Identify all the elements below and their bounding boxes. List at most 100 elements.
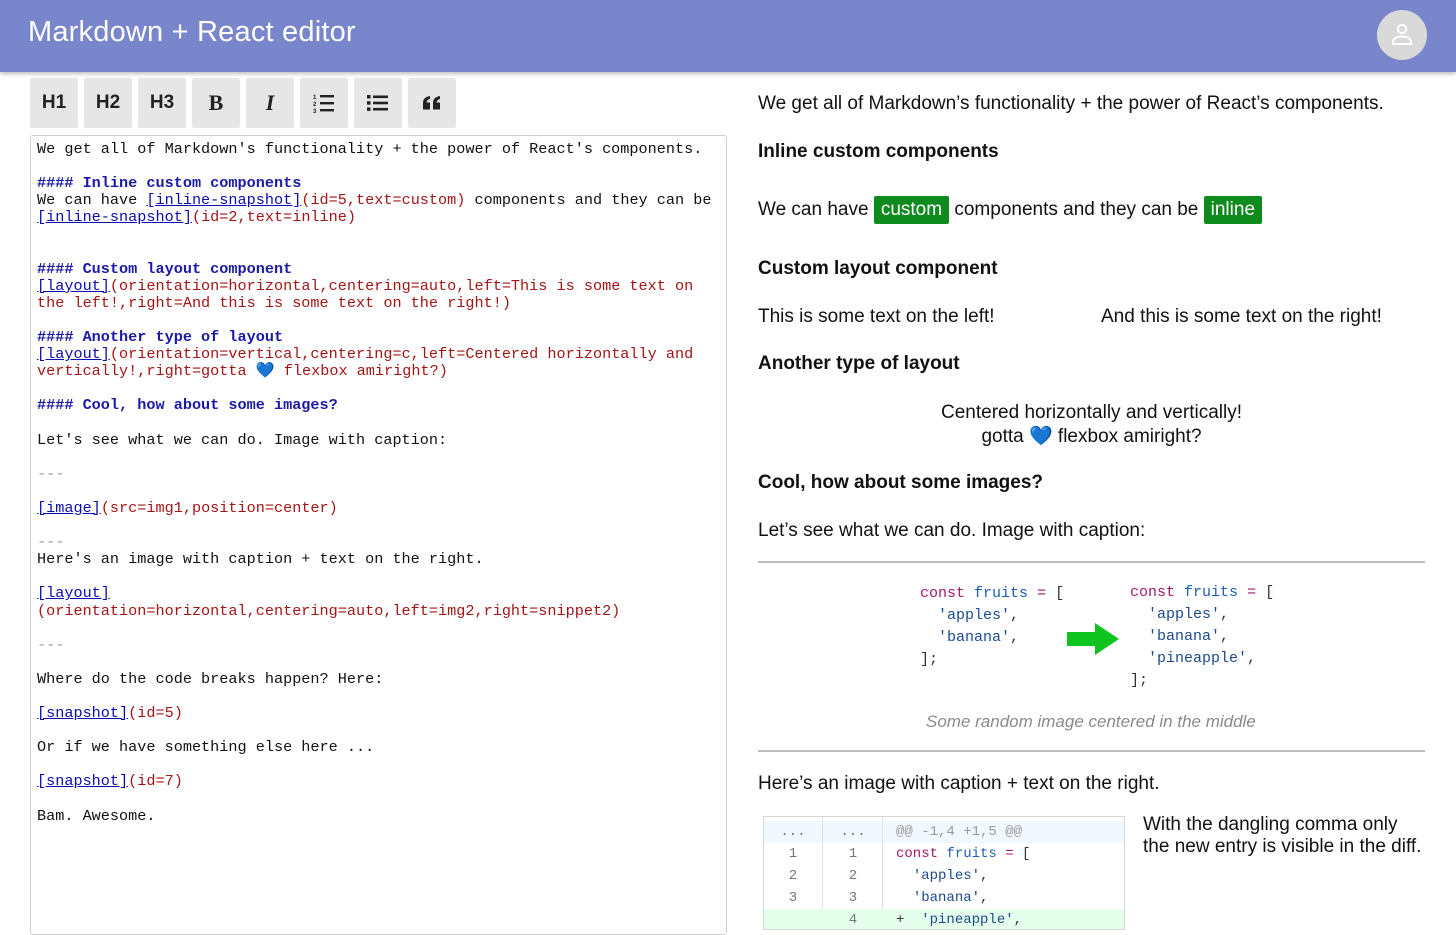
editor-line[interactable]: ---: [37, 464, 722, 483]
editor-line[interactable]: Bam. Awesome.: [37, 807, 722, 825]
markdown-link-token: [snapshot]: [37, 704, 129, 723]
editor-line[interactable]: [37, 722, 722, 739]
editor-line[interactable]: [37, 415, 722, 432]
code-line: ];: [920, 651, 939, 668]
editor-line[interactable]: [37, 483, 722, 500]
markdown-source[interactable]: We get all of Markdown's functionality +…: [37, 140, 722, 825]
heading-another-layout: Another type of layout: [758, 353, 960, 374]
markdown-param-token: (id=7): [128, 772, 183, 791]
editor-line[interactable]: [37, 756, 722, 773]
centered-text-a: gotta: [981, 426, 1029, 447]
editor-line[interactable]: [37, 654, 722, 671]
editor-line[interactable]: ---: [37, 636, 722, 654]
editor-line[interactable]: [layout]: [37, 585, 722, 602]
editor-line[interactable]: [snapshot](id=5): [37, 705, 722, 722]
diff-new-line-number: 4: [848, 912, 858, 928]
diff-new-line-number: 3: [848, 890, 858, 906]
editor-line[interactable]: #### Another type of layout: [37, 328, 722, 346]
editor-line[interactable]: [layout](orientation=horizontal,centerin…: [37, 276, 722, 312]
markdown-text-token: Or if we have something else here ...: [37, 738, 375, 757]
markdown-heading-token: #### Inline custom components: [37, 174, 302, 193]
diff-header-old: ...: [780, 824, 806, 840]
inline-snapshot-custom[interactable]: custom: [873, 196, 950, 224]
editor-line[interactable]: [37, 688, 722, 705]
markdown-link-token: [image]: [37, 498, 101, 517]
diff-code-line: 'apples',: [912, 868, 989, 884]
inline-snapshot-inline[interactable]: inline: [1203, 196, 1263, 224]
editor-line[interactable]: Or if we have something else here ...: [37, 739, 722, 756]
markdown-text-token: ---: [37, 464, 65, 483]
diff-snippet: ... ... @@ -1,4 +1,5 @@ 1 1 const fruits =…: [763, 816, 1125, 930]
unordered-list-icon: [367, 95, 388, 111]
code-before: const fruits = [ 'apples', 'banana',];: [920, 583, 1064, 671]
h2-button[interactable]: H2: [84, 78, 132, 128]
centered-text-b: flexbox amiright?: [1052, 426, 1202, 447]
editor-line[interactable]: Here's an image with caption + text on t…: [37, 551, 722, 568]
editor-line[interactable]: [37, 244, 722, 261]
editor-line[interactable]: [37, 517, 722, 534]
editor-line[interactable]: #### Inline custom components: [37, 175, 722, 192]
code-line: const fruits = [: [1130, 584, 1275, 601]
diff-new-line-number: 1: [848, 846, 858, 862]
editor-line[interactable]: [37, 380, 722, 397]
diff-old-line-number: 2: [788, 868, 798, 884]
markdown-param-token: (orientation=horizontal,centering=auto,l…: [37, 601, 621, 620]
editor-line[interactable]: [layout](orientation=vertical,centering=…: [37, 346, 722, 380]
inline-components-paragraph: We can have custom components and they c…: [758, 196, 1263, 224]
ordered-list-button[interactable]: 1 2 3: [300, 78, 348, 128]
diff-old-line-number: 1: [788, 846, 798, 862]
diff-code-line: const fruits = [: [896, 846, 1031, 862]
bold-button[interactable]: B: [192, 78, 240, 128]
markdown-text-token: Let's see what we can do. Image with cap…: [37, 430, 448, 449]
markdown-param-token: (id=5,text=custom): [301, 191, 466, 210]
heading-inline-components: Inline custom components: [758, 141, 999, 162]
centered-text-line2: gotta 💙 flexbox amiright?: [758, 424, 1425, 448]
image2-intro: Here’s an image with caption + text on t…: [758, 773, 1160, 794]
editor-line[interactable]: [37, 312, 722, 329]
editor-line[interactable]: We get all of Markdown's functionality +…: [37, 140, 722, 158]
markdown-link-token: [layout]: [37, 584, 110, 603]
blue-heart-icon: 💙: [1028, 426, 1053, 447]
editor-line[interactable]: We can have [inline-snapshot](id=5,text=…: [37, 192, 722, 226]
italic-button[interactable]: I: [246, 78, 294, 128]
markdown-text-token: ---: [37, 533, 65, 552]
unordered-list-button[interactable]: [354, 78, 402, 128]
editor-line[interactable]: [37, 226, 722, 243]
markdown-link-token: [snapshot]: [37, 772, 129, 791]
diff-header-row: ... ... @@ -1,4 +1,5 @@: [764, 821, 1124, 843]
markdown-param-token: (id=2,text=inline): [191, 208, 357, 227]
editor-line[interactable]: [37, 158, 722, 175]
editor-line[interactable]: [37, 449, 722, 466]
code-line: const fruits = [: [920, 585, 1065, 602]
diff-new-line-number: 2: [848, 868, 858, 884]
editor-line[interactable]: [37, 620, 722, 637]
editor-line[interactable]: #### Custom layout component: [37, 260, 722, 278]
svg-text:1: 1: [313, 95, 317, 101]
editor-line[interactable]: ---: [37, 534, 722, 551]
diff-hunk-header: @@ -1,4 +1,5 @@: [896, 824, 1023, 840]
editor-line[interactable]: [37, 791, 722, 808]
diff-row: 4 + 'pineapple',: [764, 909, 1124, 929]
editor-line[interactable]: [snapshot](id=7): [37, 773, 722, 790]
editor-line[interactable]: Let's see what we can do. Image with cap…: [37, 430, 722, 449]
markdown-link-token: [layout]: [37, 276, 110, 295]
editor-line[interactable]: (orientation=horizontal,centering=auto,l…: [37, 601, 722, 620]
code-line: ];: [1130, 672, 1149, 689]
inline-text-middle: components and they can be: [949, 199, 1204, 220]
h1-button[interactable]: H1: [30, 78, 78, 128]
editor-line[interactable]: [37, 568, 722, 585]
diff-code-line: + 'pineapple',: [896, 912, 1023, 928]
markdown-editor[interactable]: We get all of Markdown's functionality +…: [30, 135, 727, 935]
editor-line[interactable]: Where do the code breaks happen? Here:: [37, 670, 722, 688]
h3-button[interactable]: H3: [138, 78, 186, 128]
inline-text-before: We can have: [758, 199, 874, 220]
editor-line[interactable]: [image](src=img1,position=center): [37, 498, 722, 517]
quote-button[interactable]: [408, 78, 456, 128]
code-line: 'apples',: [1148, 606, 1230, 623]
editor-line[interactable]: #### Cool, how about some images?: [37, 397, 722, 414]
rendered-preview: We get all of Markdown’s functionality +…: [758, 0, 1428, 930]
markdown-link-token: [layout]: [37, 345, 110, 364]
code-line: 'apples',: [938, 607, 1020, 624]
centered-text-line1: Centered horizontally and vertically!: [941, 402, 1242, 423]
diff-row: 2 2 'apples',: [764, 865, 1124, 887]
